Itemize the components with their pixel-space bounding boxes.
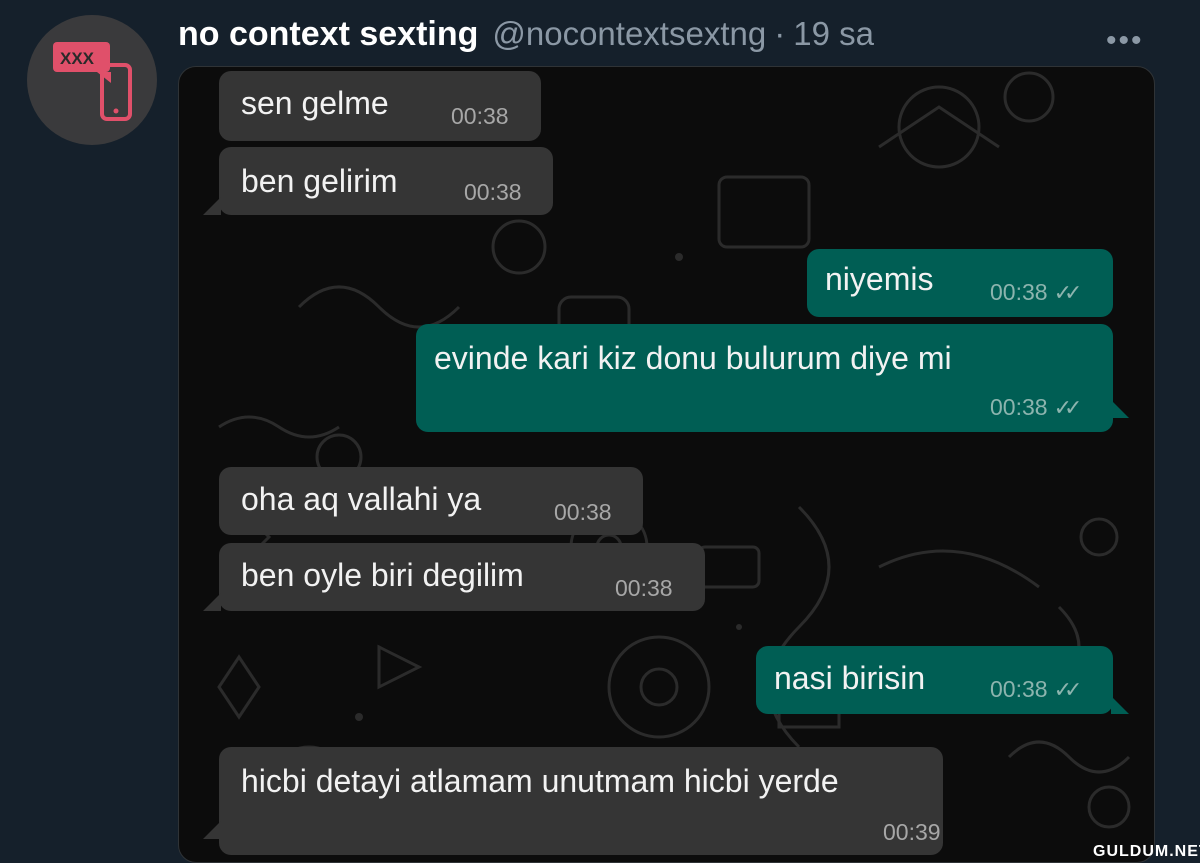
message-time-label: 00:38 <box>990 279 1048 305</box>
message-time: 00:38 <box>451 103 509 129</box>
message-outgoing[interactable]: evinde kari kiz donu bulurum diye mi 00:… <box>416 324 1129 432</box>
message-text: ben oyle biri degilim <box>241 557 524 593</box>
double-check-icon: ✓✓ <box>1053 677 1083 702</box>
tweet-header: no context sexting @nocontextsextng · 19… <box>178 12 874 56</box>
tweet-timestamp[interactable]: 19 sa <box>793 15 874 53</box>
message-text: oha aq vallahi ya <box>241 481 482 517</box>
message-time: 00:38 ✓✓ <box>990 279 1083 306</box>
bubble-tail <box>203 821 221 839</box>
tweet-image[interactable]: sen gelme 00:38 ben gelirim 00:38 niyemi… <box>178 66 1155 863</box>
message-outgoing[interactable]: niyemis 00:38 ✓✓ <box>807 249 1113 317</box>
bubble-tail <box>203 197 221 215</box>
message-incoming[interactable]: oha aq vallahi ya 00:38 <box>219 467 643 535</box>
header-separator: · <box>774 15 786 52</box>
message-incoming[interactable]: ben oyle biri degilim 00:38 <box>203 543 705 611</box>
message-incoming[interactable]: hicbi detayi atlamam unutmam hicbi yerde… <box>203 747 943 855</box>
message-time: 00:38 ✓✓ <box>990 676 1083 703</box>
message-time-label: 00:38 <box>990 676 1048 702</box>
display-name[interactable]: no context sexting <box>178 15 478 54</box>
message-incoming[interactable]: sen gelme 00:38 <box>219 71 541 141</box>
message-text: evinde kari kiz donu bulurum diye mi <box>434 340 952 376</box>
message-text: nasi birisin <box>774 660 926 696</box>
more-options-icon[interactable]: ••• <box>1106 24 1144 58</box>
double-check-icon: ✓✓ <box>1053 280 1083 305</box>
bubble-tail <box>1111 696 1129 714</box>
sexting-phone-logo-icon <box>53 42 132 121</box>
user-handle[interactable]: @nocontextsextng <box>492 15 766 53</box>
message-time: 00:38 <box>554 499 612 525</box>
message-time: 00:39 <box>883 819 941 845</box>
message-time: 00:38 <box>464 179 522 205</box>
message-time: 00:38 <box>615 575 673 601</box>
avatar[interactable]: XXX <box>27 15 157 145</box>
message-text: hicbi detayi atlamam unutmam hicbi yerde <box>241 763 839 799</box>
double-check-icon: ✓✓ <box>1053 395 1083 420</box>
watermark: GULDUM.NET <box>1093 843 1200 860</box>
bubble-tail <box>203 593 221 611</box>
message-text: ben gelirim <box>241 163 398 199</box>
message-outgoing[interactable]: nasi birisin 00:38 ✓✓ <box>756 646 1129 714</box>
message-time-label: 00:38 <box>990 394 1048 420</box>
message-text: niyemis <box>825 261 934 297</box>
message-incoming[interactable]: ben gelirim 00:38 <box>203 147 553 215</box>
avatar-label: XXX <box>60 49 95 68</box>
message-time: 00:38 ✓✓ <box>990 394 1083 421</box>
bubble-tail <box>1111 400 1129 418</box>
message-text: sen gelme <box>241 85 389 121</box>
